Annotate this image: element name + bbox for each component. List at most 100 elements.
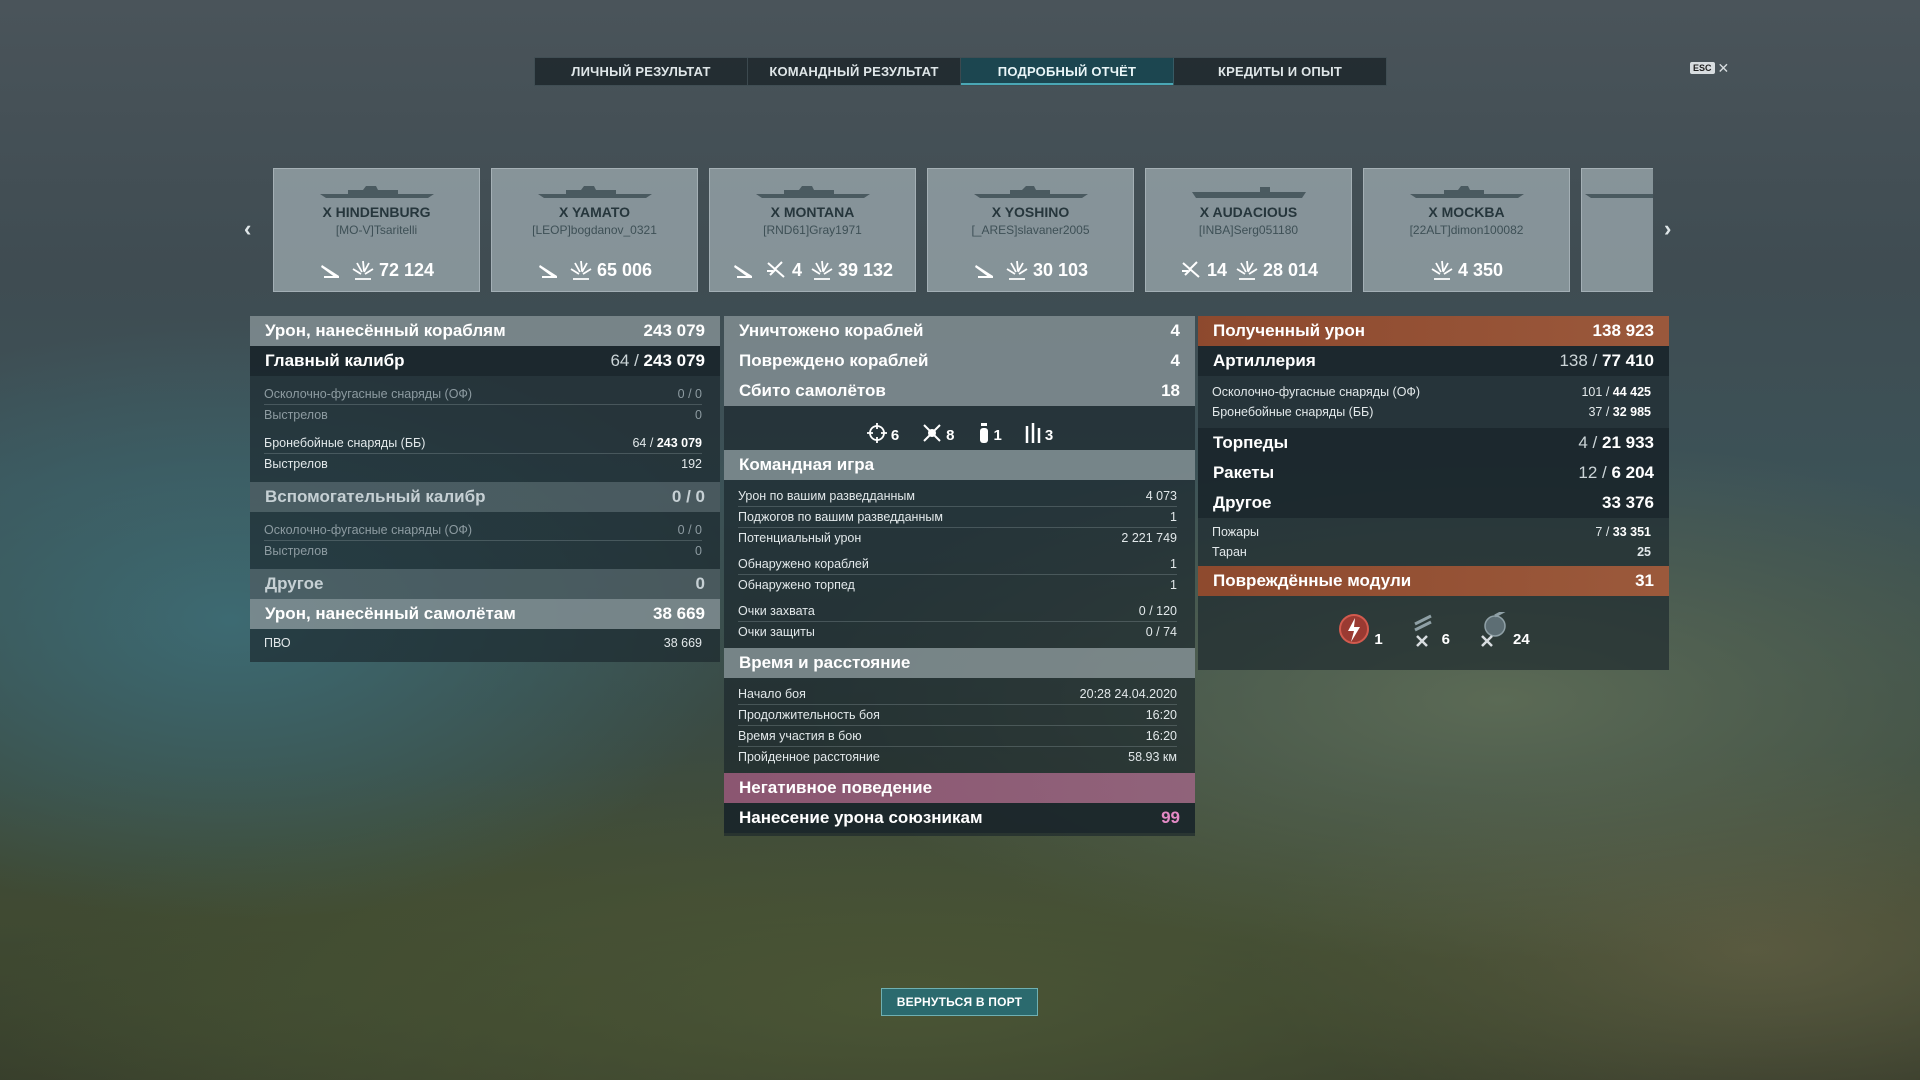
tab-personal-result[interactable]: ЛИЧНЫЙ РЕЗУЛЬТАТ: [535, 58, 748, 85]
other-damage-row: Другое 0: [250, 569, 720, 599]
team-damage-row: Нанесение урона союзникам 99: [724, 803, 1195, 833]
received-he-row: Осколочно-фугасные снаряды (ОФ) 101 / 44 …: [1212, 385, 1651, 399]
received-rockets-row: Ракеты 12 / 6 204: [1198, 458, 1669, 488]
ship-card[interactable]: X MONTANA [RND61]Gray1971 4 39 132: [709, 168, 916, 292]
negative-behavior-header: Негативное поведение: [724, 773, 1195, 803]
damaged-ships-row: Повреждено кораблей 4: [724, 346, 1195, 376]
damage-icon: [1431, 260, 1453, 280]
spotted-torpedoes-row: Обнаружено торпед 1: [738, 578, 1177, 592]
ship-card[interactable]: X YOSHINO [_ARES]slavaner2005 30 103: [927, 168, 1134, 292]
ship-damage-value: 65 006: [596, 259, 653, 280]
spot-damage-row: Урон по вашим разведданным 4 073: [738, 489, 1177, 503]
spot-fires-row: Поджогов по вашим разведданным 1: [738, 510, 1177, 524]
distance-row: Пройденное расстояние 58.93 км: [738, 750, 1177, 764]
ship-name: X AUDACIOUS: [1199, 204, 1298, 220]
torpedo-tube-damage-icon: [1413, 614, 1432, 647]
tab-credits-xp[interactable]: КРЕДИТЫ И ОПЫТ: [1174, 58, 1386, 85]
return-to-port-button[interactable]: ВЕРНУТЬСЯ В ПОРТ: [881, 988, 1038, 1016]
ship-card[interactable]: X HINDENBURG [MO-V]Tsaritelli 72 124: [273, 168, 480, 292]
torpedo-hit-icon: [973, 259, 997, 281]
result-tabs: ЛИЧНЫЙ РЕЗУЛЬТАТ КОМАНДНЫЙ РЕЗУЛЬТАТ ПОД…: [534, 57, 1387, 86]
plane-shot-icon: [1181, 261, 1200, 278]
close-icon: ✕: [1717, 60, 1730, 76]
plane-shot-icon: [766, 261, 785, 278]
bomb-icon: [979, 423, 988, 443]
ship-card[interactable]: X MOCKBA [22ALT]dimon100082 4 350: [1363, 168, 1570, 292]
damaged-modules-header: Повреждённые модули 31: [1198, 566, 1669, 596]
secondary-battery-row: Вспомогательный калибр 0 / 0: [250, 482, 720, 512]
ship-carousel: X HINDENBURG [MO-V]Tsaritelli 72 124 X Y…: [273, 168, 1653, 292]
crosshair-icon: [866, 423, 887, 443]
player-name: [RND61]Gray1971: [763, 223, 862, 237]
plane-types-row: 6 8 1 3: [724, 406, 1195, 450]
torpedo-hit-icon: [319, 259, 343, 281]
ship-name: X YAMATO: [558, 204, 631, 220]
received-damage-header: Полученный урон 138 923: [1198, 316, 1669, 346]
damage-icon: [1006, 260, 1028, 280]
participation-time-row: Время участия в бою 16:20: [738, 729, 1177, 743]
battle-start-row: Начало боя 20:28 24.04.2020: [738, 687, 1177, 701]
carousel-prev-arrow-icon[interactable]: ‹: [244, 216, 251, 242]
defense-points-row: Очки защиты 0 / 74: [738, 625, 1177, 639]
ram-row: Таран 25: [1212, 545, 1651, 559]
esc-key-icon: ESC: [1690, 62, 1715, 74]
received-damage-panel: Полученный урон 138 923 Артиллерия 138 / 7…: [1198, 316, 1669, 670]
ship-card[interactable]: X YAMATO [LEOP]bogdanov_0321 65 006: [491, 168, 698, 292]
ship-damage-value: 4 350: [1457, 259, 1504, 280]
player-name: [MO-V]Tsaritelli: [335, 223, 418, 237]
ship-silhouette-icon: [755, 186, 870, 198]
planes-shot-value: 14: [1206, 259, 1227, 280]
ap-shots-row: Выстрелов 192: [264, 457, 702, 471]
ship-damage-value: 30 103: [1032, 259, 1089, 280]
destroyed-ships-row: Уничтожено кораблей 4: [724, 316, 1195, 346]
player-name: [INBA]Serg051180: [1198, 223, 1299, 237]
ship-name: X YOSHINO: [991, 204, 1070, 220]
ship-silhouette-icon: [1191, 187, 1306, 198]
damage-icon: [570, 260, 592, 280]
ship-card[interactable]: X AUDACIOUS [INBA]Serg051180 14 28 014: [1145, 168, 1352, 292]
ship-card[interactable]: [1581, 168, 1653, 292]
capture-points-row: Очки захвата 0 / 120: [738, 604, 1177, 618]
torpedo-hit-icon: [732, 259, 756, 281]
secondary-shots-row: Выстрелов 0: [264, 544, 702, 558]
potential-damage-row: Потенциальный урон 2 221 749: [738, 531, 1177, 545]
tab-team-result[interactable]: КОМАНДНЫЙ РЕЗУЛЬТАТ: [748, 58, 961, 85]
ship-damage-value: 39 132: [837, 259, 894, 280]
received-ap-row: Бронебойные снаряды (ББ) 37 / 32 985: [1212, 405, 1651, 419]
secondary-he-row: Осколочно-фугасные снаряды (ОФ) 0 / 0: [264, 523, 702, 537]
main-battery-row: Главный калибр 64 / 243 079: [250, 346, 720, 376]
time-distance-header: Время и расстояние: [724, 648, 1195, 678]
tab-detailed-report[interactable]: ПОДРОБНЫЙ ОТЧЁТ: [961, 58, 1174, 85]
received-other-row: Другое 33 376: [1198, 488, 1669, 518]
ship-silhouette-icon: [319, 186, 434, 198]
ship-damage-value: 28 014: [1262, 259, 1319, 280]
aa-row: ПВО 38 669: [264, 636, 702, 650]
skull-plane-icon: [923, 424, 941, 442]
ship-silhouette-icon: [1409, 186, 1524, 198]
damage-icon: [811, 260, 833, 280]
artillery-row: Артиллерия 138 / 77 410: [1198, 346, 1669, 376]
he-shells-row: Осколочно-фугасные снаряды (ОФ) 0 / 0: [264, 387, 702, 401]
ap-shells-row: Бронебойные снаряды (ББ) 64 / 243 079: [264, 436, 702, 450]
player-name: [22ALT]dimon100082: [1409, 223, 1524, 237]
he-shots-row: Выстрелов 0: [264, 408, 702, 422]
carousel-next-arrow-icon[interactable]: ›: [1664, 216, 1671, 242]
fires-row: Пожары 7 / 33 351: [1212, 525, 1651, 539]
damage-icon: [352, 260, 374, 280]
spotted-ships-row: Обнаружено кораблей 1: [738, 557, 1177, 571]
dealt-damage-panel: Урон, нанесённый кораблям 243 079 Главный…: [250, 316, 720, 662]
close-button[interactable]: ESC ✕: [1690, 61, 1729, 75]
player-name: [LEOP]bogdanov_0321: [532, 223, 657, 237]
turret-damage-icon: [1481, 612, 1506, 647]
torpedo-hit-icon: [537, 259, 561, 281]
ship-name: X HINDENBURG: [322, 204, 431, 220]
ship-name: X MOCKBA: [1428, 204, 1505, 220]
plane-damage-header: Урон, нанесённый самолётам 38 669: [250, 599, 720, 629]
ship-silhouette-icon: [537, 186, 652, 198]
player-name: [_ARES]slavaner2005: [971, 223, 1090, 237]
module-icons-row: 1 6 24: [1198, 596, 1669, 654]
ship-silhouette-icon: [1585, 194, 1653, 198]
planes-shot-value: 4: [791, 259, 802, 280]
damage-icon: [1236, 260, 1258, 280]
engine-damage-icon: [1339, 614, 1370, 644]
